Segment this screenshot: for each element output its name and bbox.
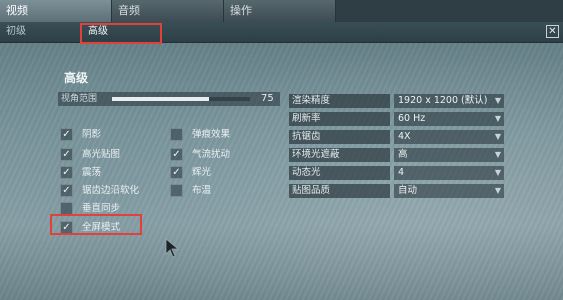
checkbox-icon[interactable]: ✓ — [60, 166, 73, 179]
checkbox-label: 气流扰动 — [192, 149, 231, 160]
checkbox-label: 高光贴图 — [82, 149, 121, 160]
tab-audio[interactable]: 音频 — [112, 0, 224, 22]
close-icon[interactable]: ✕ — [546, 25, 559, 38]
checkbox-label: 锯齿边沿软化 — [82, 185, 140, 196]
chevron-down-icon: ▼ — [494, 186, 501, 195]
chevron-down-icon: ▼ — [494, 96, 501, 105]
advanced-tab-highlight — [80, 23, 162, 44]
chevron-down-icon: ▼ — [494, 150, 501, 159]
view-range-slider-fill — [112, 97, 209, 101]
tab-controls[interactable]: 操作 — [224, 0, 336, 22]
checkbox-icon[interactable]: ✓ — [170, 148, 183, 161]
setting-value: 自动 — [398, 185, 418, 196]
section-title: 高级 — [64, 71, 89, 85]
setting-label-antialiasing: 抗锯齿 — [289, 130, 390, 144]
setting-label-dynamic-light: 动态光 — [289, 166, 390, 180]
setting-dropdown-texture-quality[interactable]: 自动 ▼ — [394, 184, 504, 198]
setting-value: 4X — [398, 131, 411, 142]
setting-dropdown-ambient-occlusion[interactable]: 高 ▼ — [394, 148, 504, 162]
checkbox-label: 布温 — [192, 185, 212, 196]
setting-value: 高 — [398, 149, 408, 160]
view-range-slider[interactable] — [112, 97, 250, 101]
checkbox-icon[interactable] — [170, 128, 183, 141]
setting-value: 1920 x 1200 (默认) — [398, 95, 488, 106]
setting-dropdown-antialiasing[interactable]: 4X ▼ — [394, 130, 504, 144]
fullscreen-highlight — [50, 214, 142, 235]
chevron-down-icon: ▼ — [494, 132, 501, 141]
main-tab-bar: 视频 音频 操作 — [0, 0, 563, 22]
mouse-cursor-icon — [165, 238, 180, 258]
setting-label-ambient-occlusion: 环境光遮蔽 — [289, 148, 390, 162]
view-range-value: 75 — [261, 93, 274, 104]
subtab-basic[interactable]: 初级 — [6, 22, 26, 42]
checkbox-icon[interactable] — [170, 184, 183, 197]
checkbox-label: 震荡 — [82, 167, 102, 178]
checkbox-icon[interactable]: ✓ — [60, 128, 73, 141]
setting-label-refresh-rate: 刷新率 — [289, 112, 390, 126]
setting-label-texture-quality: 贴图品质 — [289, 184, 390, 198]
settings-window: 视频 音频 操作 初级 高级 ✕ 高级 视角范围 75 ✓ 阴影 ✓ 高光贴图 … — [0, 0, 563, 300]
tab-video[interactable]: 视频 — [0, 0, 112, 22]
checkbox-icon[interactable]: ✓ — [60, 184, 73, 197]
checkbox-icon[interactable]: ✓ — [170, 166, 183, 179]
checkbox-label: 辉光 — [192, 167, 212, 178]
setting-dropdown-dynamic-light[interactable]: 4 ▼ — [394, 166, 504, 180]
setting-dropdown-refresh-rate[interactable]: 60 Hz ▼ — [394, 112, 504, 126]
checkbox-label: 阴影 — [82, 129, 102, 140]
checkbox-label: 弹痕效果 — [192, 129, 231, 140]
setting-label-render-resolution: 渲染精度 — [289, 94, 390, 108]
setting-value: 60 Hz — [398, 113, 426, 124]
setting-dropdown-render-resolution[interactable]: 1920 x 1200 (默认) ▼ — [394, 94, 504, 108]
view-range-label: 视角范围 — [61, 94, 98, 104]
setting-value: 4 — [398, 167, 405, 178]
chevron-down-icon: ▼ — [494, 168, 501, 177]
chevron-down-icon: ▼ — [494, 114, 501, 123]
checkbox-icon[interactable]: ✓ — [60, 148, 73, 161]
